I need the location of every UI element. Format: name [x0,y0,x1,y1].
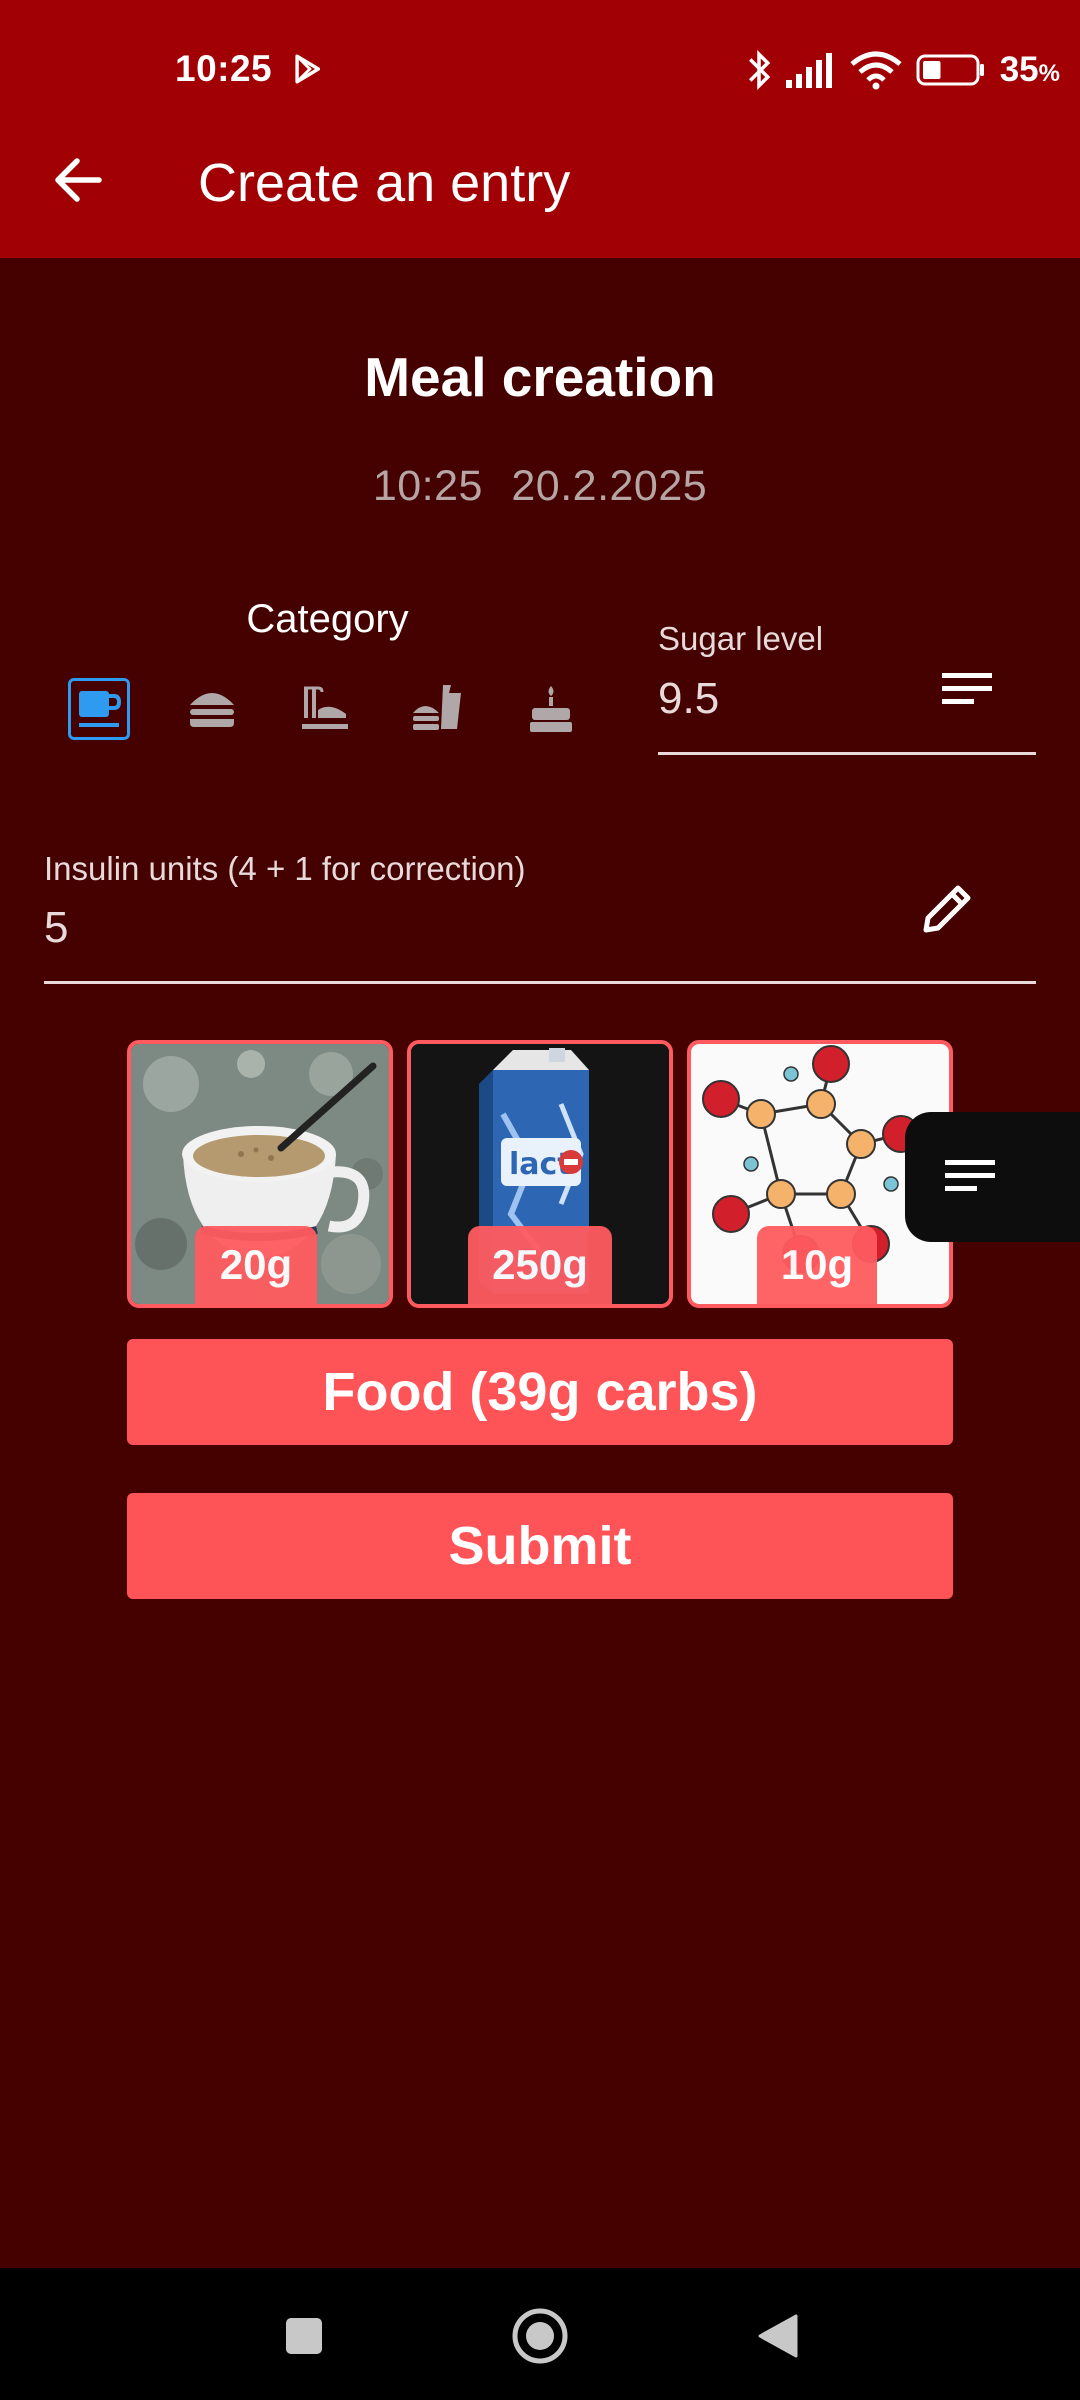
food-item[interactable]: lact 250g [407,1040,673,1308]
battery-percent: 35% [999,50,1060,89]
insulin-edit-button[interactable] [918,880,976,938]
submit-button[interactable]: Submit [127,1493,953,1599]
insulin-label: Insulin units (4 + 1 for correction) [44,850,526,887]
app-bar-title: Create an entry [198,153,571,213]
play-store-icon [295,54,321,84]
cake-icon [530,686,572,732]
food-amount-badge: 20g [195,1226,317,1304]
back-button[interactable] [40,140,116,220]
food-amount-badge: 250g [468,1226,612,1304]
sugar-level-label: Sugar level [658,620,824,657]
sugar-history-button[interactable] [940,665,996,715]
food-list-menu-button[interactable] [905,1112,1080,1242]
page-title: Meal creation [364,346,716,408]
food-item[interactable]: 20g [127,1040,393,1308]
home-button[interactable] [508,2304,572,2368]
food-amount-badge: 10g [757,1226,877,1304]
food-list: 20g lact 250g 10g [127,1040,953,1308]
burger-icon [190,693,234,727]
fastfood-icon [413,685,461,730]
square-icon [286,2318,322,2354]
status-time: 10:25 [175,48,273,89]
signal-icon [785,53,832,88]
insulin-input[interactable]: 5 [44,903,68,953]
entry-time[interactable]: 10:25 [373,462,483,510]
circle-home-icon [512,2308,568,2364]
bluetooth-icon [748,50,770,90]
recents-button[interactable] [272,2304,336,2368]
category-label: Category [246,597,409,641]
arrow-back-icon [55,158,102,202]
category-snack[interactable] [407,678,469,740]
entry-date[interactable]: 20.2.2025 [511,462,707,510]
battery-icon [916,54,984,86]
triangle-back-icon [758,2314,798,2358]
menu-lines-icon [942,673,992,704]
app-bar: 10:25 35% Create an entry [0,0,1080,258]
dinner-icon [302,686,348,729]
entry-datetime[interactable]: 10:25 20.2.2025 [0,462,1080,511]
status-bar: 10:25 35% [0,0,1080,140]
status-icons: 35% [746,48,1060,92]
category-lunch[interactable] [181,678,243,740]
category-dinner[interactable] [294,678,356,740]
food-button[interactable]: Food (39g carbs) [127,1339,953,1445]
sugar-underline [658,752,1036,755]
coffee-icon [79,691,122,727]
category-dessert[interactable] [520,678,582,740]
sugar-level-input[interactable]: 9.5 [658,674,719,724]
insulin-underline [44,981,1036,984]
wifi-icon [850,51,902,90]
category-breakfast[interactable] [68,678,130,740]
back-nav-button[interactable] [746,2304,810,2368]
menu-lines-icon [945,1160,995,1191]
system-nav-bar [0,2268,1080,2400]
pencil-icon [923,885,971,933]
